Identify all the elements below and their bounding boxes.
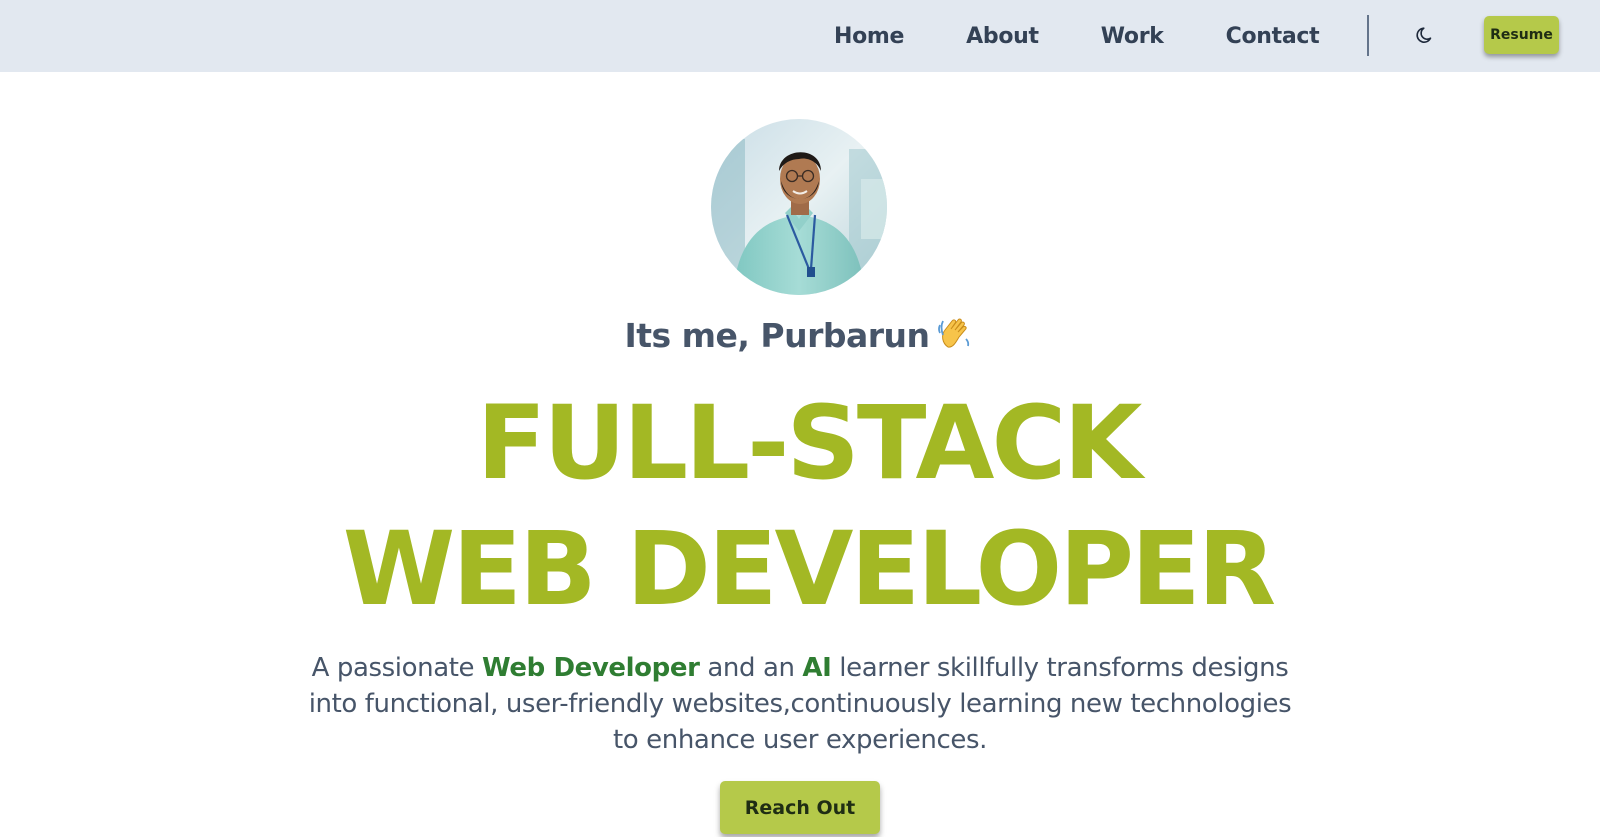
greeting: Its me, Purbarun	[0, 312, 1600, 360]
greeting-text: Its me, Purbarun	[624, 316, 930, 355]
description-highlight-web-developer: Web Developer	[482, 653, 700, 683]
moon-icon	[1416, 27, 1432, 43]
description-part-1: A passionate	[311, 653, 482, 683]
profile-avatar	[711, 119, 887, 295]
theme-toggle-button[interactable]	[1413, 23, 1437, 47]
nav-link-home[interactable]: Home	[834, 24, 904, 49]
hero-description: A passionate Web Developer and an AI lea…	[300, 650, 1300, 758]
nav-link-contact[interactable]: Contact	[1226, 24, 1320, 49]
headline-line-1: FULL-STACK	[476, 384, 1143, 503]
description-part-2: and an	[699, 653, 803, 683]
reach-out-button[interactable]: Reach Out	[720, 781, 880, 834]
nav-links: Home About Work Contact	[834, 0, 1320, 72]
description-highlight-ai: AI	[802, 653, 832, 683]
profile-photo	[711, 119, 887, 295]
top-navbar: Home About Work Contact Resume	[0, 0, 1600, 72]
headline-line-2: WEB DEVELOPER	[342, 510, 1276, 629]
portfolio-page: Home About Work Contact Resume Its me, P…	[0, 0, 1600, 837]
waving-hand-icon	[936, 315, 976, 351]
nav-link-work[interactable]: Work	[1101, 24, 1164, 49]
resume-button[interactable]: Resume	[1484, 16, 1559, 54]
nav-link-about[interactable]: About	[966, 24, 1039, 49]
nav-divider	[1367, 15, 1369, 56]
